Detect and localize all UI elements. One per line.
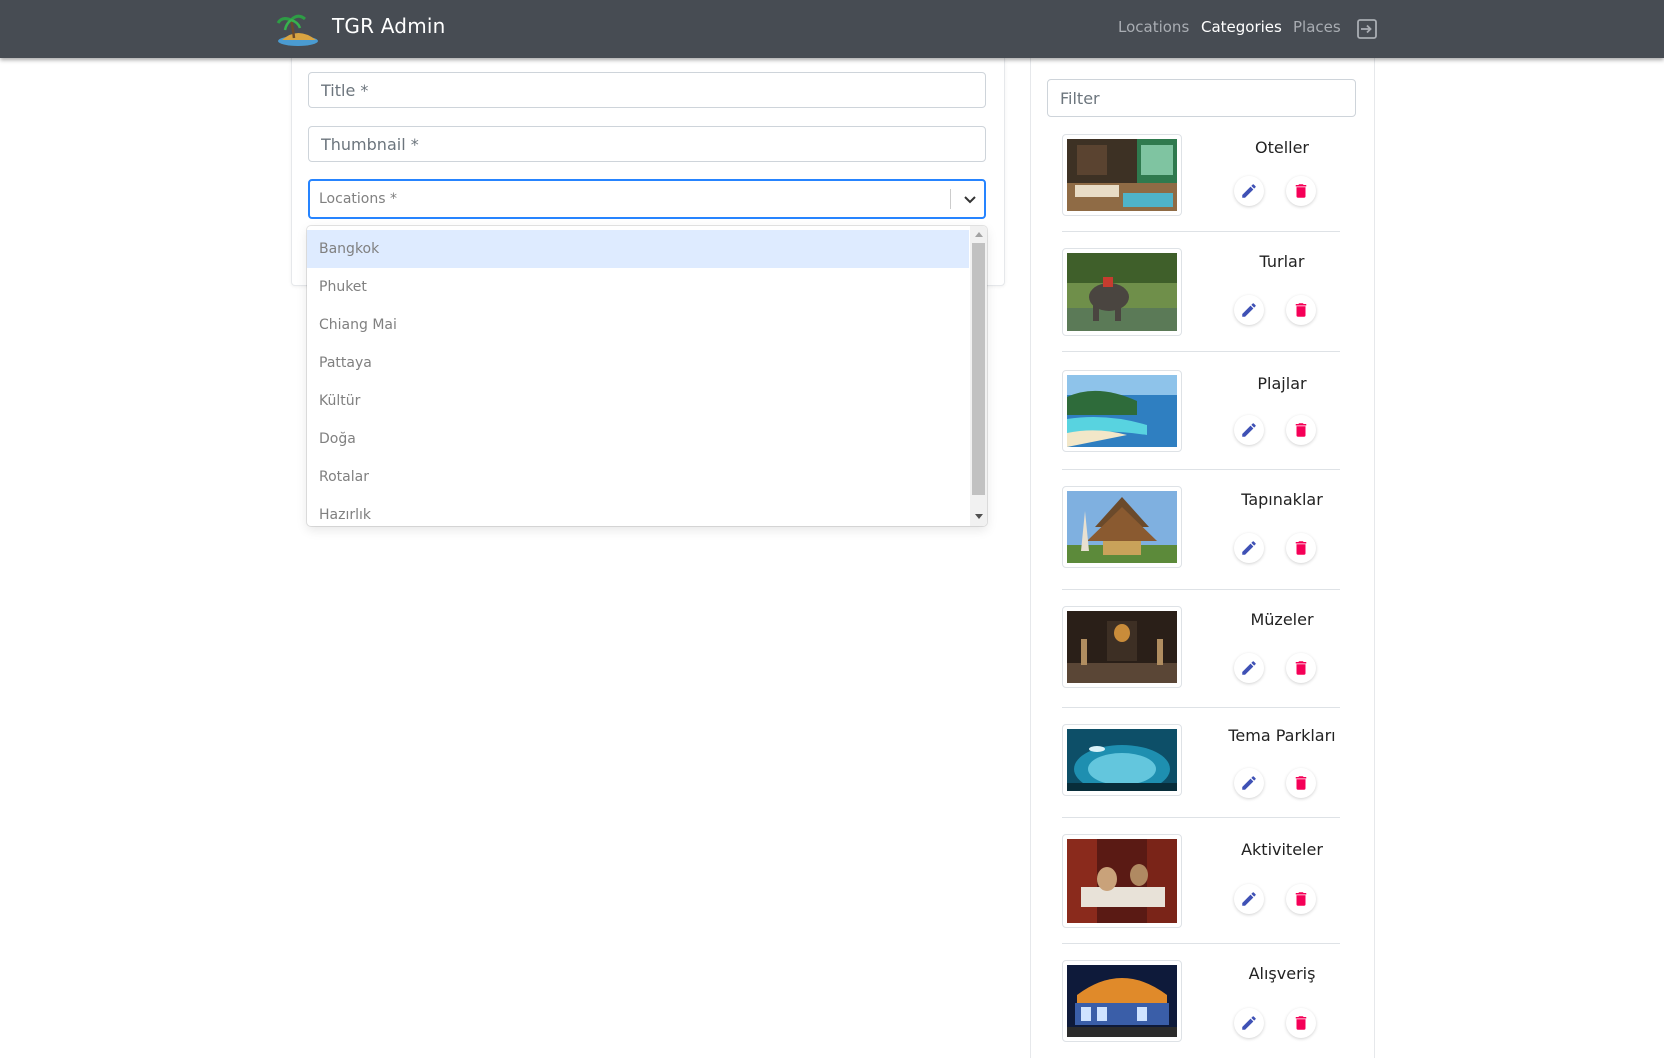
scroll-down-arrow-icon[interactable] xyxy=(975,514,983,519)
option-rotalar[interactable]: Rotalar xyxy=(307,458,969,496)
category-title: Müzeler xyxy=(1250,610,1314,629)
option-hazirlik[interactable]: Hazırlık xyxy=(307,496,969,526)
category-item: Tapınaklar xyxy=(1062,470,1340,590)
pencil-icon xyxy=(1242,541,1256,555)
delete-button[interactable] xyxy=(1286,176,1316,206)
edit-button[interactable] xyxy=(1234,295,1264,325)
trash-icon xyxy=(1295,776,1307,790)
delete-button[interactable] xyxy=(1286,653,1316,683)
category-title: Alışveriş xyxy=(1248,964,1316,983)
edit-button[interactable] xyxy=(1234,533,1264,563)
edit-button[interactable] xyxy=(1234,653,1264,683)
pencil-icon xyxy=(1242,423,1256,437)
category-thumbnail xyxy=(1062,370,1182,452)
pencil-icon xyxy=(1242,892,1256,906)
category-thumbnail xyxy=(1062,834,1182,928)
mall-image xyxy=(1067,965,1177,1037)
aquarium-image xyxy=(1067,729,1177,793)
delete-button[interactable] xyxy=(1286,1008,1316,1038)
brand-title[interactable]: TGR Admin xyxy=(332,14,446,38)
trash-icon xyxy=(1295,892,1307,906)
edit-button[interactable] xyxy=(1234,1008,1264,1038)
locations-dropdown-menu: Bangkok Phuket Chiang Mai Pattaya Kültür… xyxy=(307,226,987,526)
category-thumbnail xyxy=(1062,724,1182,796)
pencil-icon xyxy=(1242,776,1256,790)
nav-link-places[interactable]: Places xyxy=(1293,18,1341,36)
category-item: Aktiviteler xyxy=(1062,818,1340,944)
category-item: Alışveriş xyxy=(1062,944,1340,1050)
category-title: Plajlar xyxy=(1257,374,1307,393)
locations-select[interactable]: Locations * xyxy=(308,179,986,219)
trash-icon xyxy=(1295,303,1307,317)
pencil-icon xyxy=(1242,184,1256,198)
option-phuket[interactable]: Phuket xyxy=(307,268,969,306)
category-title: Aktiviteler xyxy=(1241,840,1323,859)
category-title: Tema Parkları xyxy=(1228,726,1336,745)
category-thumbnail xyxy=(1062,606,1182,688)
filter-input[interactable] xyxy=(1047,79,1356,117)
delete-button[interactable] xyxy=(1286,768,1316,798)
temple-image xyxy=(1067,491,1177,563)
massage-image xyxy=(1067,839,1177,923)
category-item: Turlar xyxy=(1062,232,1340,352)
nav-link-categories[interactable]: Categories xyxy=(1201,18,1282,36)
logout-icon[interactable] xyxy=(1356,18,1378,40)
hotel-image xyxy=(1067,139,1177,211)
delete-button[interactable] xyxy=(1286,533,1316,563)
category-title: Tapınaklar xyxy=(1241,490,1323,509)
trash-icon xyxy=(1295,184,1307,198)
top-navbar: TGR Admin Locations Categories Places xyxy=(0,0,1664,58)
option-bangkok[interactable]: Bangkok xyxy=(307,230,969,268)
pencil-icon xyxy=(1242,1016,1256,1030)
category-item: Müzeler xyxy=(1062,590,1340,708)
option-chiang-mai[interactable]: Chiang Mai xyxy=(307,306,969,344)
edit-button[interactable] xyxy=(1234,176,1264,206)
thumbnail-input[interactable] xyxy=(308,126,986,162)
category-title: Oteller xyxy=(1254,138,1310,157)
museum-image xyxy=(1067,611,1177,683)
category-thumbnail xyxy=(1062,960,1182,1042)
select-separator xyxy=(950,189,951,209)
elephant-tour-image xyxy=(1067,253,1177,331)
option-pattaya[interactable]: Pattaya xyxy=(307,344,969,382)
beach-image xyxy=(1067,375,1177,447)
delete-button[interactable] xyxy=(1286,884,1316,914)
category-thumbnail xyxy=(1062,486,1182,568)
pencil-icon xyxy=(1242,303,1256,317)
edit-button[interactable] xyxy=(1234,884,1264,914)
category-item: Plajlar xyxy=(1062,352,1340,470)
trash-icon xyxy=(1295,423,1307,437)
locations-select-placeholder: Locations * xyxy=(319,191,397,207)
pencil-icon xyxy=(1242,661,1256,675)
trash-icon xyxy=(1295,661,1307,675)
delete-button[interactable] xyxy=(1286,295,1316,325)
trash-icon xyxy=(1295,1016,1307,1030)
locations-option-list: Bangkok Phuket Chiang Mai Pattaya Kültür… xyxy=(307,230,969,526)
category-item: Tema Parkları xyxy=(1062,708,1340,818)
category-item: Oteller xyxy=(1062,128,1340,232)
option-doga[interactable]: Doğa xyxy=(307,420,969,458)
category-thumbnail xyxy=(1062,248,1182,336)
nav-link-locations[interactable]: Locations xyxy=(1118,18,1189,36)
scroll-up-arrow-icon[interactable] xyxy=(975,232,983,237)
island-logo-icon xyxy=(276,14,318,46)
dropdown-scrollbar[interactable] xyxy=(970,226,987,526)
title-input[interactable] xyxy=(308,72,986,108)
category-thumbnail xyxy=(1062,134,1182,216)
trash-icon xyxy=(1295,541,1307,555)
option-kultur[interactable]: Kültür xyxy=(307,382,969,420)
chevron-down-icon[interactable] xyxy=(960,189,980,209)
delete-button[interactable] xyxy=(1286,415,1316,445)
edit-button[interactable] xyxy=(1234,768,1264,798)
edit-button[interactable] xyxy=(1234,415,1264,445)
category-title: Turlar xyxy=(1259,252,1305,271)
scrollbar-thumb[interactable] xyxy=(972,243,985,495)
